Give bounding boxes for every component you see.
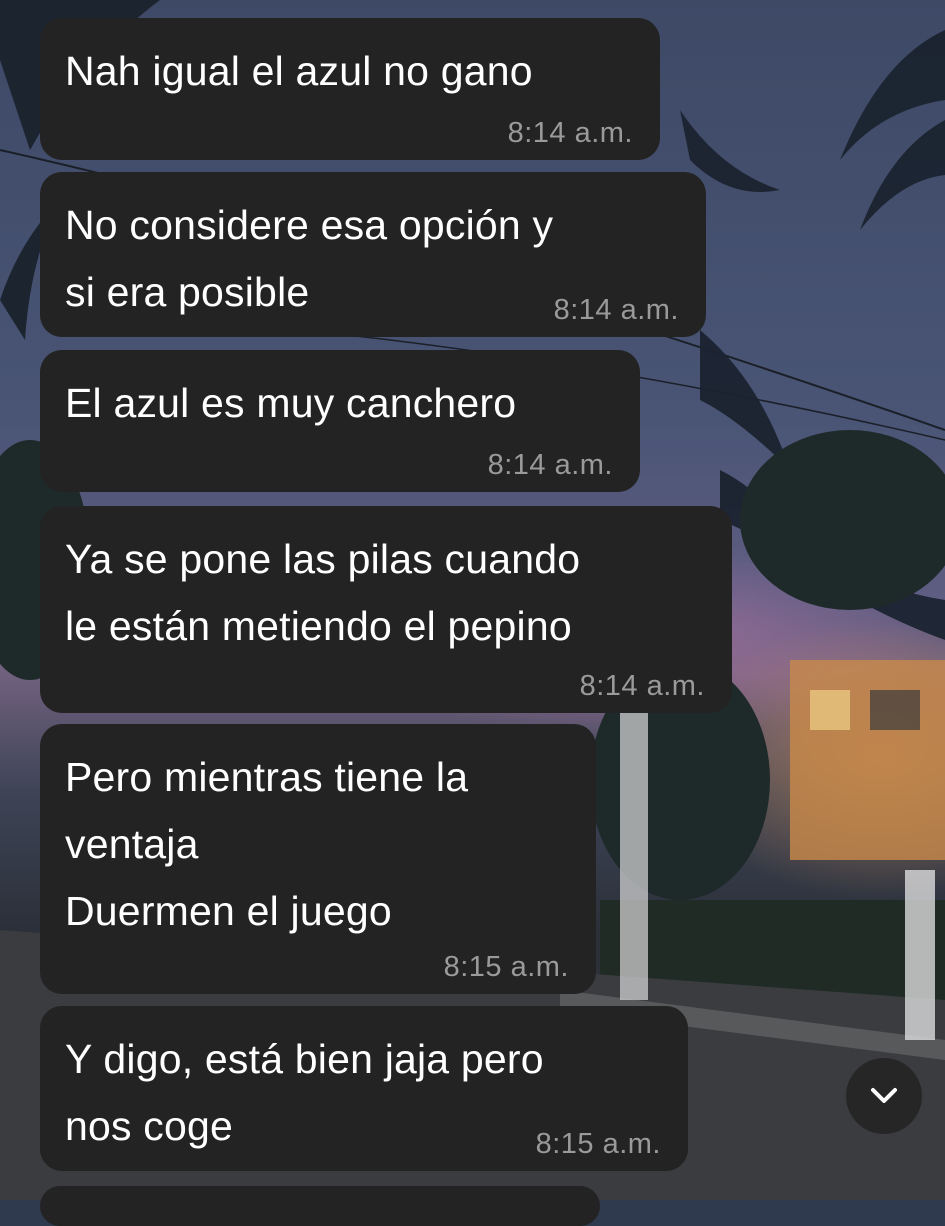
message-timestamp: 8:15 a.m. bbox=[443, 951, 569, 983]
message-timestamp: 8:14 a.m. bbox=[553, 294, 679, 326]
chat-message[interactable]: No considere esa opción y si era posible… bbox=[40, 172, 706, 337]
message-text: Pero mientras tiene la ventaja Duermen e… bbox=[65, 754, 469, 934]
message-text: Nah igual el azul no gano bbox=[65, 48, 533, 94]
scroll-to-bottom-button[interactable] bbox=[846, 1058, 922, 1134]
message-text: Y digo, está bien jaja pero nos coge bbox=[65, 1036, 544, 1149]
message-timestamp: 8:14 a.m. bbox=[487, 449, 613, 481]
message-text: No considere esa opción y si era posible bbox=[65, 202, 554, 315]
chat-message-partial[interactable] bbox=[40, 1186, 600, 1226]
message-text: Ya se pone las pilas cuando le están met… bbox=[65, 536, 581, 649]
chat-message[interactable]: Y digo, está bien jaja pero nos coge 8:1… bbox=[40, 1006, 688, 1171]
chat-message[interactable]: Ya se pone las pilas cuando le están met… bbox=[40, 506, 732, 713]
message-timestamp: 8:15 a.m. bbox=[535, 1128, 661, 1160]
message-timestamp: 8:14 a.m. bbox=[579, 670, 705, 702]
chevron-down-icon bbox=[871, 1088, 897, 1103]
message-text: El azul es muy canchero bbox=[65, 380, 517, 426]
chat-message[interactable]: Nah igual el azul no gano 8:14 a.m. bbox=[40, 18, 660, 160]
message-timestamp: 8:14 a.m. bbox=[507, 117, 633, 149]
chat-message[interactable]: Pero mientras tiene la ventaja Duermen e… bbox=[40, 724, 596, 994]
chat-message[interactable]: El azul es muy canchero 8:14 a.m. bbox=[40, 350, 640, 492]
